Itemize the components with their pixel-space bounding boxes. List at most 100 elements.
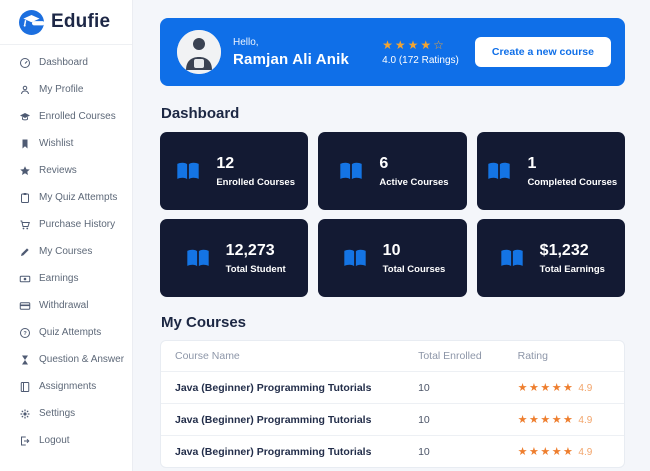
open-book-icon — [484, 158, 514, 185]
star-icon — [19, 165, 31, 177]
stat-text: 1 Completed Courses — [527, 155, 617, 188]
sidebar-item-my-courses[interactable]: My Courses — [0, 238, 132, 265]
sidebar-item-label: Logout — [39, 435, 70, 446]
column-header-total-enrolled: Total Enrolled — [404, 341, 504, 372]
main-content: Hello, Ramjan Ali Anik ★★★★☆ 4.0 (172 Ra… — [133, 0, 650, 471]
brand-name: Edufie — [51, 11, 110, 33]
course-name-cell: Java (Beginner) Programming Tutorials — [161, 372, 404, 404]
sidebar-item-my-profile[interactable]: My Profile — [0, 76, 132, 103]
logout-icon — [19, 435, 31, 447]
stat-label: Active Courses — [379, 177, 448, 188]
sidebar-item-assignments[interactable]: Assignments — [0, 373, 132, 400]
sidebar-item-earnings[interactable]: Earnings — [0, 265, 132, 292]
stat-text: 6 Active Courses — [379, 155, 448, 188]
credit-card-icon — [19, 300, 31, 312]
svg-text:?: ? — [23, 331, 27, 337]
open-book-icon — [336, 158, 366, 185]
sidebar-item-settings[interactable]: Settings — [0, 400, 132, 427]
stat-value: 12 — [216, 155, 295, 173]
stat-label: Enrolled Courses — [216, 177, 295, 188]
brand-logo[interactable]: Edufie — [0, 0, 132, 45]
sidebar-item-label: Reviews — [39, 165, 77, 176]
dashboard-heading: Dashboard — [161, 105, 625, 122]
sidebar-item-enrolled-courses[interactable]: Enrolled Courses — [0, 103, 132, 130]
total-enrolled-cell: 10 — [404, 436, 504, 468]
open-book-icon — [173, 158, 203, 185]
welcome-text-block: Hello, Ramjan Ali Anik — [233, 37, 349, 68]
stat-label: Completed Courses — [527, 177, 617, 188]
rating-stars-icon: ★★★★★ — [518, 446, 575, 458]
instructor-rating: ★★★★☆ 4.0 (172 Ratings) — [382, 39, 459, 66]
question-circle-icon: ? — [19, 327, 31, 339]
stat-value: $1,232 — [540, 242, 605, 260]
sidebar-item-logout[interactable]: Logout — [0, 427, 132, 454]
total-enrolled-cell: 10 — [404, 404, 504, 436]
sidebar-item-label: My Courses — [39, 246, 92, 257]
clipboard-icon — [19, 192, 31, 204]
stat-card-total-student: 12,273 Total Student — [160, 219, 308, 297]
sidebar-item-label: My Quiz Attempts — [39, 192, 117, 203]
rating-cell: ★★★★★4.9 — [504, 372, 624, 404]
pencil-icon — [19, 246, 31, 258]
sidebar-item-label: My Profile — [39, 84, 83, 95]
notebook-icon — [19, 381, 31, 393]
stats-grid: 12 Enrolled Courses 6 Active Courses 1 C… — [160, 132, 625, 297]
create-course-button[interactable]: Create a new course — [475, 37, 611, 67]
stat-label: Total Student — [226, 264, 286, 275]
banknote-icon — [19, 273, 31, 285]
rating-score: 4.9 — [578, 447, 592, 458]
cart-icon — [19, 219, 31, 231]
stat-card-enrolled-courses: 12 Enrolled Courses — [160, 132, 308, 210]
stat-text: 10 Total Courses — [383, 242, 446, 275]
welcome-banner: Hello, Ramjan Ali Anik ★★★★☆ 4.0 (172 Ra… — [160, 18, 625, 86]
rating-stars-icon: ★★★★★ — [518, 414, 575, 426]
total-enrolled-cell: 10 — [404, 372, 504, 404]
user-icon — [19, 84, 31, 96]
course-name-cell: Java (Beginner) Programming Tutorials — [161, 436, 404, 468]
rating-stars-icon: ★★★★★ — [518, 382, 575, 394]
greeting-text: Hello, — [233, 37, 349, 48]
sidebar-item-label: Dashboard — [39, 57, 88, 68]
stat-text: $1,232 Total Earnings — [540, 242, 605, 275]
gear-icon — [19, 408, 31, 420]
rating-score: 4.9 — [578, 415, 592, 426]
sidebar-item-label: Question & Answer — [39, 354, 124, 365]
sidebar-item-label: Withdrawal — [39, 300, 88, 311]
stat-value: 6 — [379, 155, 448, 173]
graduation-cap-logo-icon — [19, 10, 44, 35]
rating-text: 4.0 (172 Ratings) — [382, 55, 459, 66]
open-book-icon — [497, 245, 527, 272]
speedometer-icon — [19, 57, 31, 69]
my-courses-heading: My Courses — [161, 314, 625, 331]
stat-value: 1 — [527, 155, 617, 173]
sidebar-item-label: Quiz Attempts — [39, 327, 101, 338]
open-book-icon — [340, 245, 370, 272]
open-book-icon — [183, 245, 213, 272]
stat-card-total-earnings: $1,232 Total Earnings — [477, 219, 625, 297]
stat-value: 10 — [383, 242, 446, 260]
sidebar-item-reviews[interactable]: Reviews — [0, 157, 132, 184]
sidebar-item-question-answer[interactable]: Question & Answer — [0, 346, 132, 373]
sidebar-item-wishlist[interactable]: Wishlist — [0, 130, 132, 157]
sidebar-item-purchase-history[interactable]: Purchase History — [0, 211, 132, 238]
hourglass-icon — [19, 354, 31, 366]
graduation-cap-icon — [19, 111, 31, 123]
column-header-rating: Rating — [504, 341, 624, 372]
sidebar-item-dashboard[interactable]: Dashboard — [0, 49, 132, 76]
course-name-cell: Java (Beginner) Programming Tutorials — [161, 404, 404, 436]
stat-text: 12,273 Total Student — [226, 242, 286, 275]
sidebar-item-withdrawal[interactable]: Withdrawal — [0, 292, 132, 319]
sidebar-item-label: Earnings — [39, 273, 78, 284]
user-avatar — [177, 30, 221, 74]
column-header-course-name: Course Name — [161, 341, 404, 372]
sidebar-item-my-quiz-attempts[interactable]: My Quiz Attempts — [0, 184, 132, 211]
user-name: Ramjan Ali Anik — [233, 51, 349, 68]
table-header-row: Course Name Total Enrolled Rating — [161, 341, 624, 372]
table-row: Java (Beginner) Programming Tutorials 10… — [161, 436, 624, 468]
sidebar-item-quiz-attempts[interactable]: ? Quiz Attempts — [0, 319, 132, 346]
sidebar-item-label: Settings — [39, 408, 75, 419]
rating-cell: ★★★★★4.9 — [504, 436, 624, 468]
table-row: Java (Beginner) Programming Tutorials 10… — [161, 404, 624, 436]
sidebar-nav: Dashboard My Profile Enrolled Courses Wi… — [0, 45, 132, 454]
stat-card-total-courses: 10 Total Courses — [318, 219, 466, 297]
